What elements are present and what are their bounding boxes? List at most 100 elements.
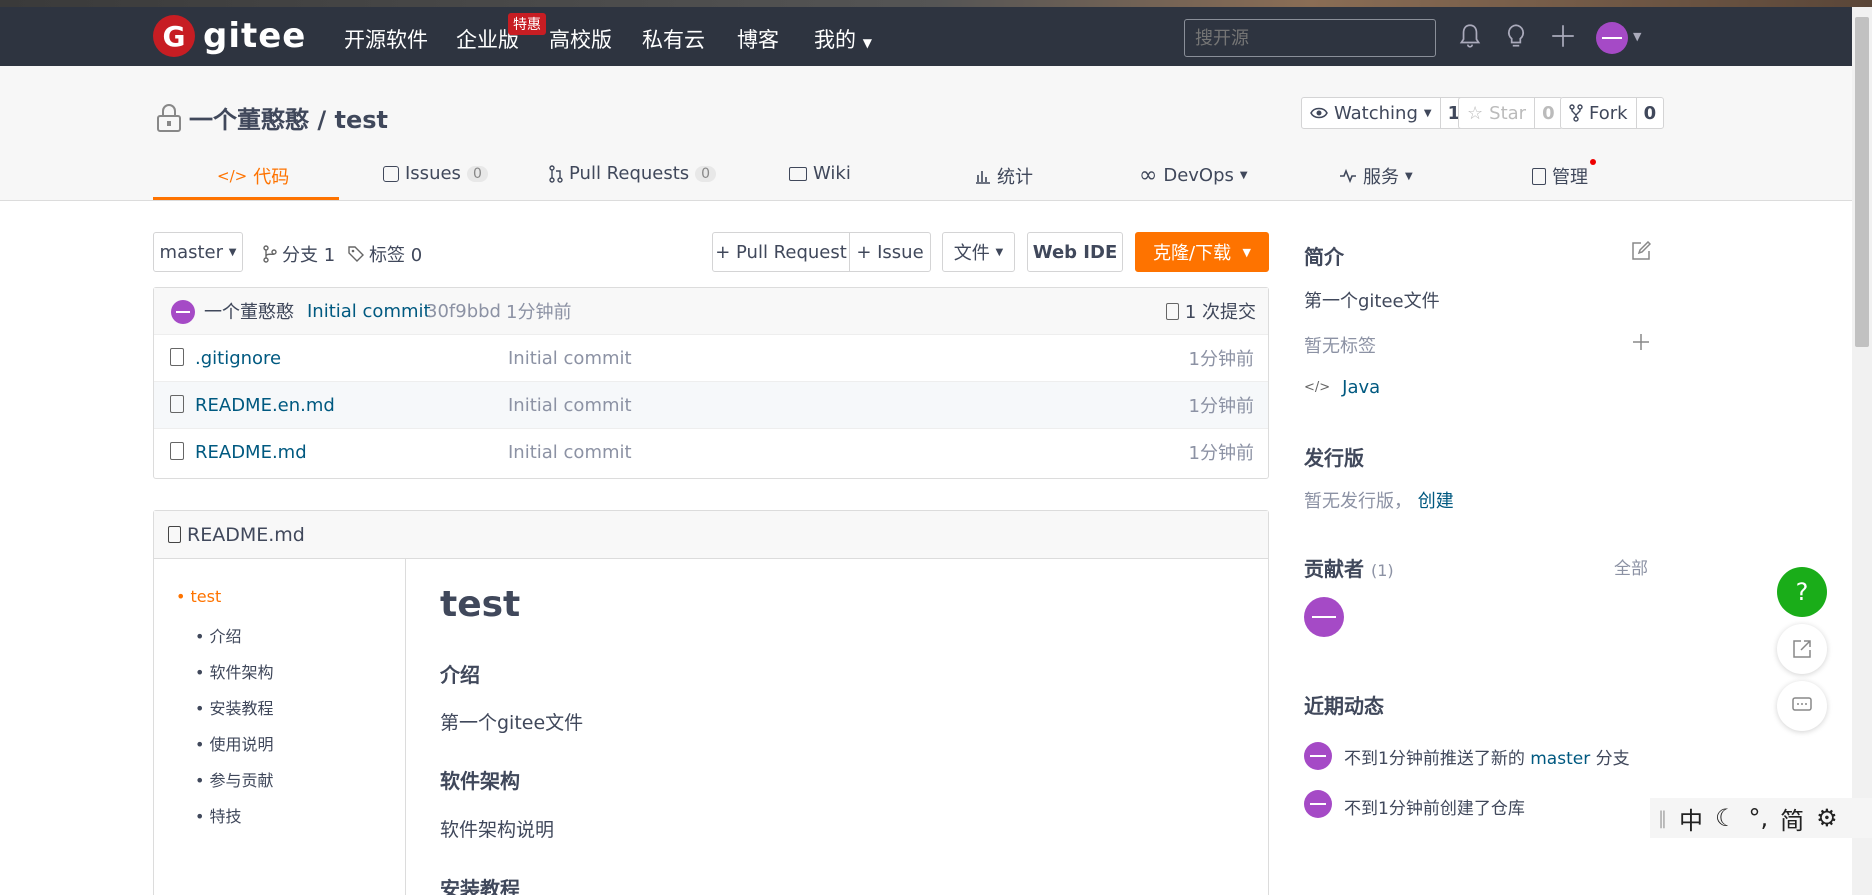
file-menu-button[interactable]: 文件 ▼ bbox=[942, 232, 1015, 272]
file-row[interactable]: README.en.md Initial commit 1分钟前 bbox=[154, 381, 1268, 428]
star-count[interactable]: 0 bbox=[1534, 98, 1562, 128]
file-commit-message[interactable]: Initial commit bbox=[508, 395, 632, 416]
tab-devops[interactable]: ∞ DevOps ▼ bbox=[1139, 163, 1248, 188]
fork-count[interactable]: 0 bbox=[1635, 98, 1664, 128]
branches-label: 分支 1 bbox=[282, 245, 336, 266]
ime-mode-toggle[interactable]: 简 bbox=[1780, 801, 1804, 836]
all-contributors-link[interactable]: 全部 bbox=[1614, 554, 1648, 579]
issues-icon bbox=[383, 165, 399, 182]
page-scrollbar[interactable] bbox=[1852, 7, 1872, 895]
tags-link[interactable]: 标签 0 bbox=[348, 241, 422, 267]
tab-pull-requests[interactable]: Pull Requests 0 bbox=[549, 163, 717, 184]
caret-down-icon: ▼ bbox=[1423, 107, 1432, 119]
language-link[interactable]: Java bbox=[1342, 377, 1380, 398]
gear-icon[interactable]: ⚙ bbox=[1816, 804, 1838, 832]
gitee-logo[interactable]: G gitee bbox=[153, 15, 306, 57]
contributor-avatar[interactable] bbox=[1304, 597, 1344, 637]
create-release-link[interactable]: 创建 bbox=[1418, 491, 1454, 512]
branches-link[interactable]: 分支 1 bbox=[263, 241, 335, 267]
toc-item-test[interactable]: • test bbox=[176, 587, 221, 606]
fork-button[interactable]: Fork 0 bbox=[1560, 97, 1665, 129]
bell-icon[interactable] bbox=[1457, 22, 1483, 50]
caret-down-icon[interactable]: ▼ bbox=[1633, 30, 1641, 43]
toc-label: 介绍 bbox=[209, 627, 242, 646]
release-row: 暂无发行版， 创建 bbox=[1304, 487, 1454, 513]
file-row[interactable]: README.md Initial commit 1分钟前 bbox=[154, 428, 1268, 475]
toc-item[interactable]: • 安装教程 bbox=[195, 695, 274, 719]
tab-code[interactable]: </> 代码 bbox=[217, 163, 289, 189]
nav-university[interactable]: 高校版 bbox=[549, 24, 612, 54]
watch-button[interactable]: Watching ▼ 1 bbox=[1301, 97, 1469, 129]
commit-hash[interactable]: 30f9bbd bbox=[426, 301, 501, 322]
activity-item-text: 不到1分钟前创建了仓库 bbox=[1344, 799, 1525, 819]
fork-icon bbox=[1569, 104, 1583, 122]
tab-stats[interactable]: 统计 bbox=[975, 163, 1033, 189]
caret-down-icon: ▼ bbox=[1242, 245, 1251, 259]
tab-issues[interactable]: Issues 0 bbox=[383, 163, 488, 184]
edit-icon[interactable] bbox=[1631, 241, 1651, 261]
scrollbar-thumb[interactable] bbox=[1855, 17, 1869, 347]
tab-manage[interactable]: 管理 bbox=[1532, 159, 1596, 189]
commit-count: 1 次提交 bbox=[1184, 302, 1256, 323]
caret-down-icon: ▼ bbox=[862, 36, 872, 50]
tab-manage-label: 管理 bbox=[1552, 167, 1588, 188]
activity-branch-link[interactable]: master bbox=[1530, 749, 1590, 769]
share-button[interactable] bbox=[1777, 624, 1827, 674]
file-row[interactable]: .gitignore Initial commit 1分钟前 bbox=[154, 334, 1268, 381]
branch-select[interactable]: master ▼ bbox=[153, 232, 243, 272]
search-input[interactable] bbox=[1184, 19, 1436, 57]
activity-item: 不到1分钟前推送了新的 master 分支 bbox=[1344, 744, 1630, 769]
star-button[interactable]: ☆ Star 0 bbox=[1458, 97, 1563, 129]
readme-h1: test bbox=[440, 584, 521, 625]
readme-toc: • test • 介绍 • 软件架构 • 安装教程 • 使用说明 • 参与贡献 … bbox=[154, 559, 406, 895]
commit-count-link[interactable]: 1 次提交 bbox=[1165, 298, 1256, 324]
commit-list-icon bbox=[1165, 302, 1179, 320]
code-icon: </> bbox=[217, 167, 248, 185]
nav-blog[interactable]: 博客 bbox=[737, 24, 779, 54]
toc-item[interactable]: • 参与贡献 bbox=[195, 767, 274, 791]
toc-item[interactable]: • 特技 bbox=[195, 803, 242, 827]
add-tag-icon[interactable] bbox=[1632, 333, 1650, 351]
nav-private-cloud[interactable]: 私有云 bbox=[642, 24, 705, 54]
file-commit-message[interactable]: Initial commit bbox=[508, 442, 632, 463]
activity-avatar[interactable] bbox=[1304, 790, 1332, 818]
repo-title-text[interactable]: 一个董憨憨 / test bbox=[189, 100, 388, 135]
file-time: 1分钟前 bbox=[1188, 396, 1254, 417]
new-issue-button[interactable]: + Issue bbox=[849, 232, 931, 272]
tab-services[interactable]: 服务 ▼ bbox=[1339, 163, 1413, 189]
readme-icon bbox=[168, 526, 181, 543]
new-pull-request-button[interactable]: + Pull Request bbox=[712, 232, 850, 272]
commit-author[interactable]: 一个董憨憨 bbox=[204, 298, 294, 324]
file-name[interactable]: .gitignore bbox=[195, 348, 281, 369]
toc-item[interactable]: • 介绍 bbox=[195, 623, 242, 647]
nav-opensource[interactable]: 开源软件 bbox=[344, 24, 428, 54]
tab-wiki[interactable]: Wiki bbox=[789, 163, 851, 184]
clone-download-button[interactable]: 克隆/下载 ▼ bbox=[1135, 232, 1269, 272]
moon-icon[interactable]: ☾ bbox=[1715, 804, 1737, 832]
caret-down-icon: ▼ bbox=[995, 246, 1004, 258]
activity-avatar[interactable] bbox=[1304, 742, 1332, 770]
tab-services-label: 服务 bbox=[1363, 167, 1399, 188]
web-ide-button[interactable]: Web IDE bbox=[1027, 232, 1123, 272]
commit-message-link[interactable]: Initial commit bbox=[307, 301, 431, 322]
toc-item[interactable]: • 软件架构 bbox=[195, 659, 274, 683]
ime-drag-handle[interactable]: ‖ bbox=[1658, 808, 1667, 829]
help-button[interactable]: ? bbox=[1777, 567, 1827, 617]
file-commit-message[interactable]: Initial commit bbox=[508, 348, 632, 369]
ime-language-toggle[interactable]: 中 bbox=[1679, 801, 1703, 836]
logo-icon: G bbox=[153, 15, 195, 57]
plus-icon[interactable] bbox=[1550, 22, 1576, 50]
ime-punctuation-toggle[interactable]: °, bbox=[1749, 804, 1769, 832]
file-name[interactable]: README.md bbox=[195, 442, 307, 463]
toc-item[interactable]: • 使用说明 bbox=[195, 731, 274, 755]
user-avatar[interactable] bbox=[1596, 22, 1628, 54]
readme-h-arch: 软件架构 bbox=[440, 769, 520, 793]
contributors-label: 贡献者 bbox=[1304, 557, 1364, 581]
readme-header: README.md bbox=[154, 511, 1268, 559]
commit-author-avatar[interactable] bbox=[171, 300, 195, 324]
lightbulb-icon[interactable] bbox=[1503, 22, 1529, 50]
file-name[interactable]: README.en.md bbox=[195, 395, 335, 416]
feedback-button[interactable] bbox=[1777, 681, 1827, 731]
pr-count: 0 bbox=[695, 165, 717, 182]
nav-mine[interactable]: 我的 ▼ bbox=[814, 24, 872, 54]
